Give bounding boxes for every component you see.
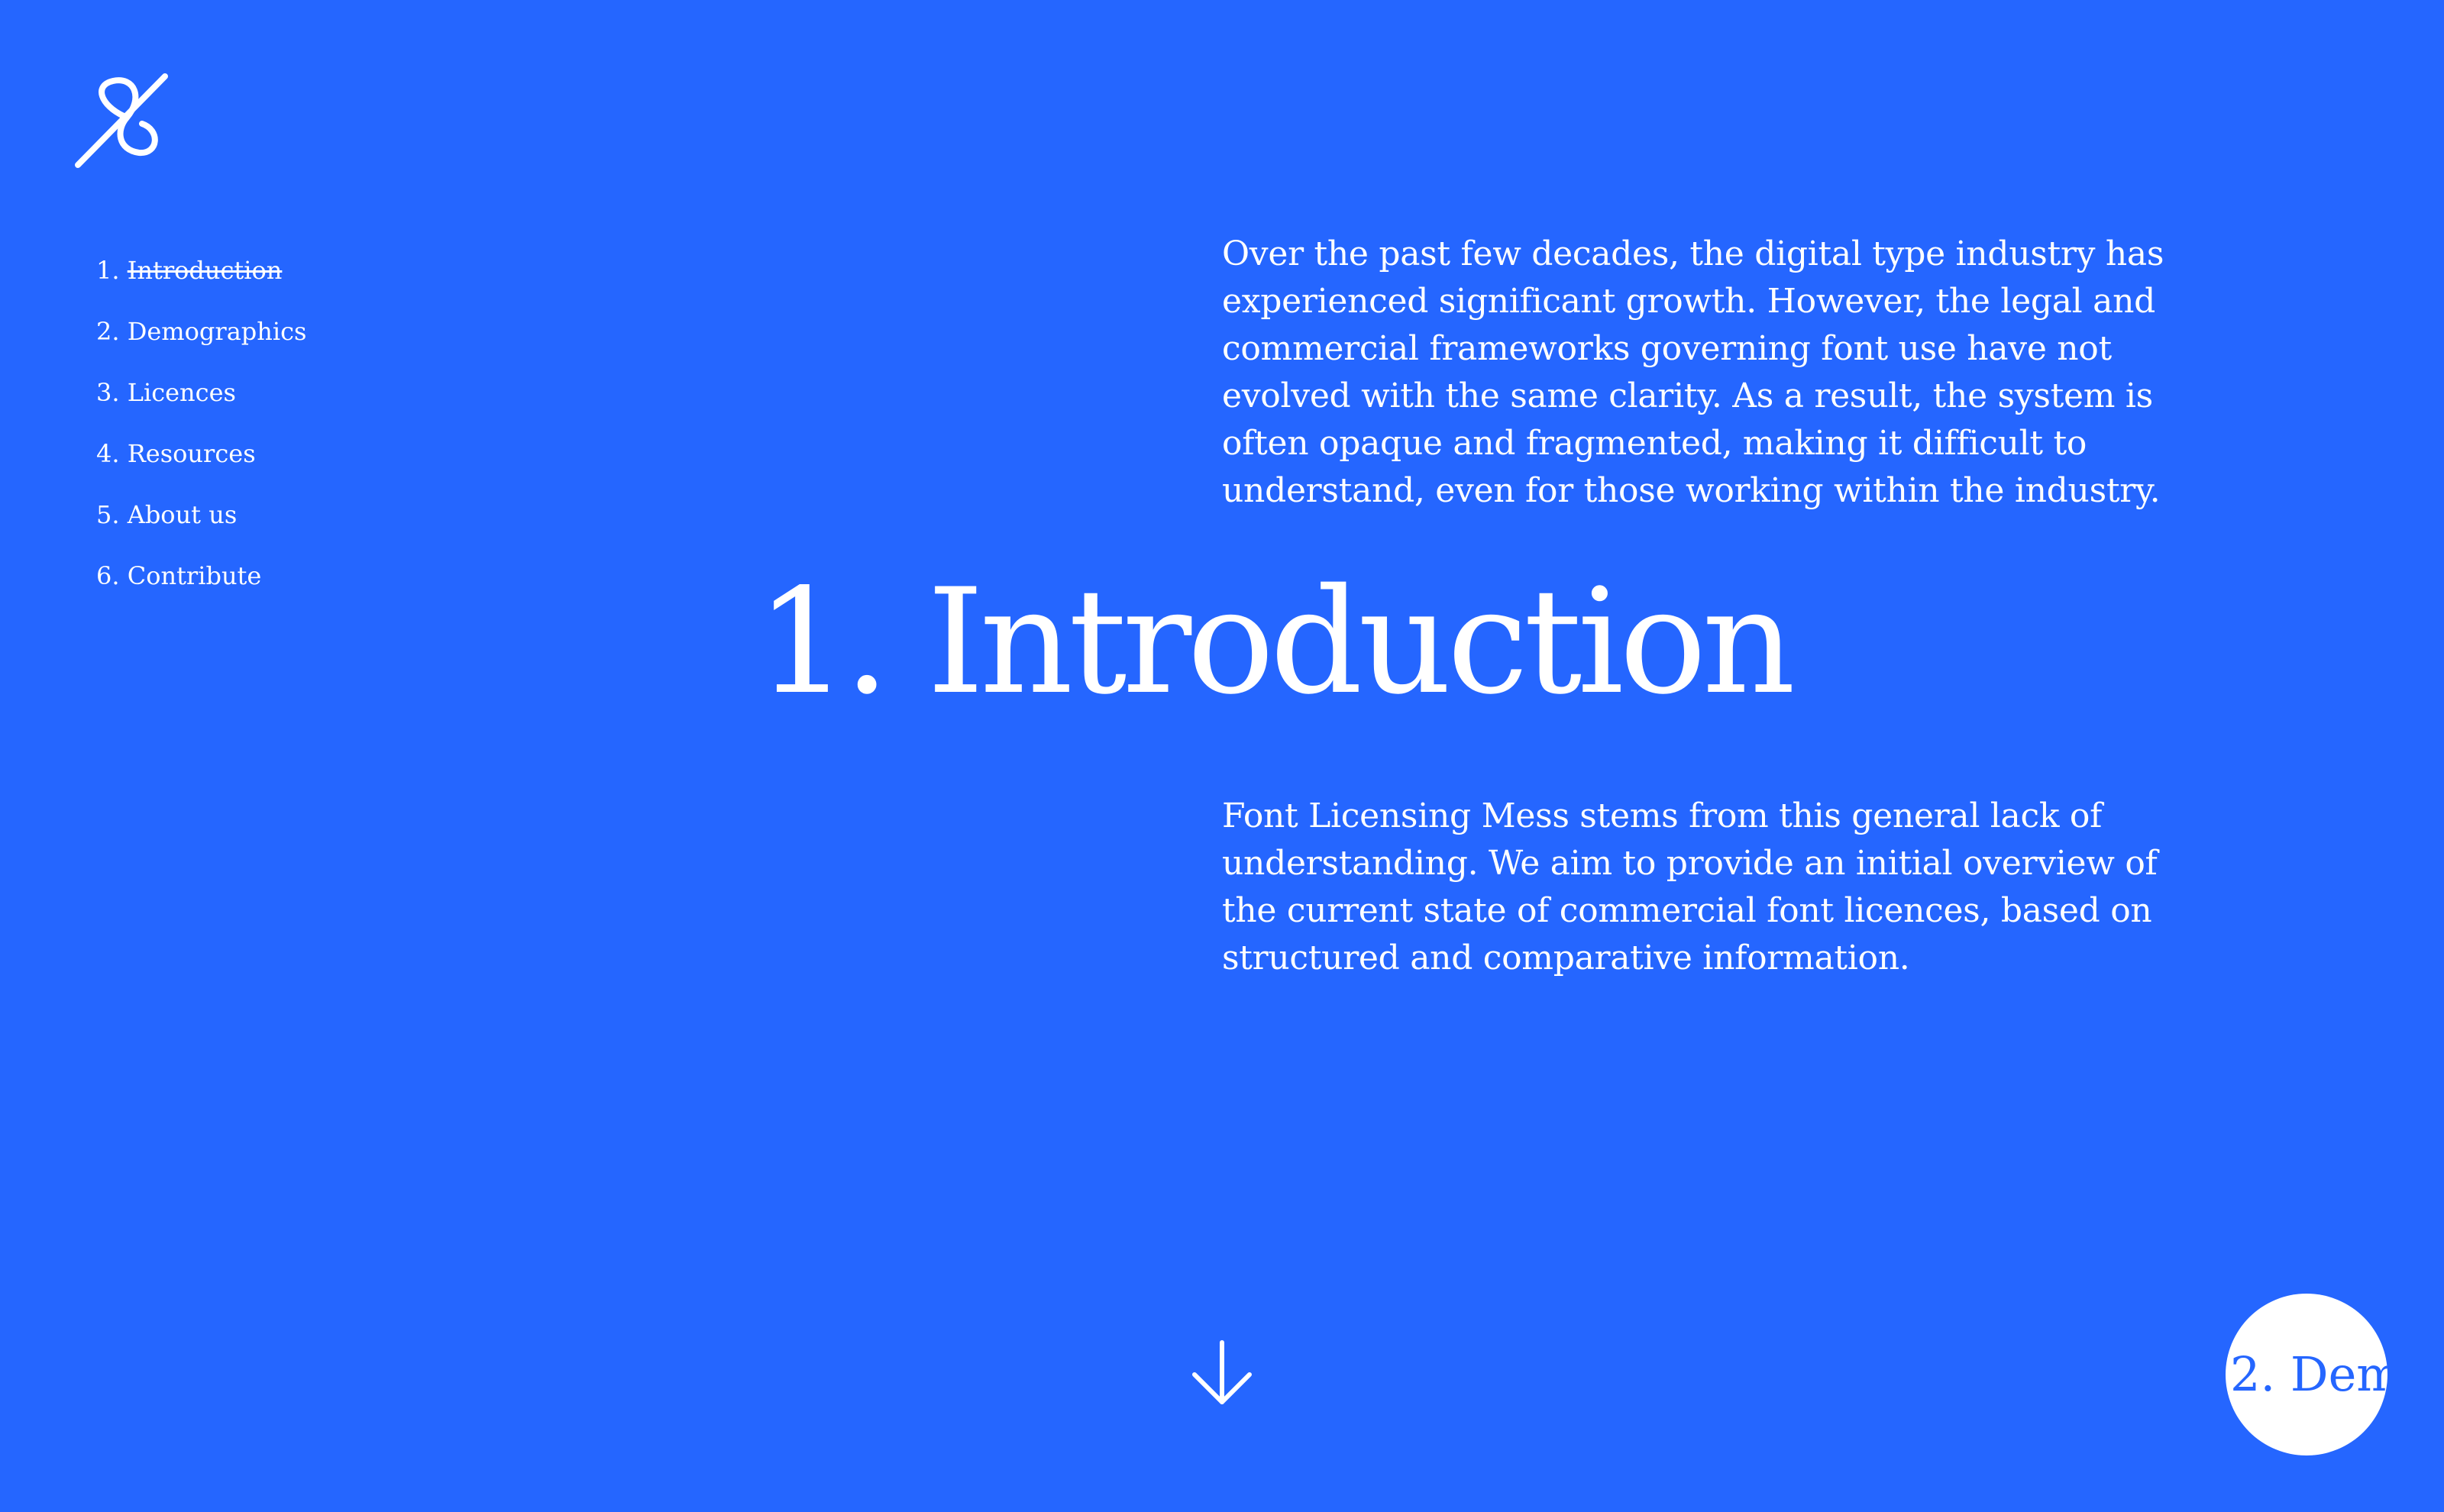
nav-item-number: 4. (96, 439, 120, 468)
ampersand-slash-logo-icon[interactable] (70, 70, 174, 174)
nav-item-about-us[interactable]: 5. About us (96, 496, 306, 557)
intro-paragraph: Over the past few decades, the digital t… (1222, 234, 2164, 510)
nav-item-number: 6. (96, 561, 120, 590)
nav-item-label: Demographics (127, 317, 307, 346)
nav-item-label: About us (127, 500, 238, 529)
nav-item-contribute[interactable]: 6. Contribute (96, 557, 306, 619)
nav-item-introduction[interactable]: 1. Introduction (96, 252, 306, 313)
nav-item-label: Resources (127, 439, 256, 468)
arrow-down-icon[interactable] (1190, 1339, 1254, 1407)
nav-item-licences[interactable]: 3. Licences (96, 374, 306, 435)
nav-item-demographics[interactable]: 2. Demographics (96, 313, 306, 374)
nav-item-resources[interactable]: 4. Resources (96, 435, 306, 496)
section-nav: 1. Introduction 2. Demographics 3. Licen… (96, 252, 306, 619)
section-title: 1. Introduction (756, 557, 1796, 726)
overview-paragraph: Font Licensing Mess stems from this gene… (1222, 796, 2158, 977)
nav-item-number: 1. (96, 256, 120, 285)
nav-item-number: 2. (96, 317, 120, 346)
nav-item-label: Introduction (127, 256, 283, 285)
next-section-button[interactable]: 2. Demographics (2226, 1294, 2387, 1455)
nav-item-label: Licences (127, 378, 236, 407)
nav-item-number: 3. (96, 378, 120, 407)
nav-item-label: Contribute (127, 561, 262, 590)
next-section-label: 2. Demographics (2230, 1346, 2387, 1402)
nav-item-number: 5. (96, 500, 120, 529)
